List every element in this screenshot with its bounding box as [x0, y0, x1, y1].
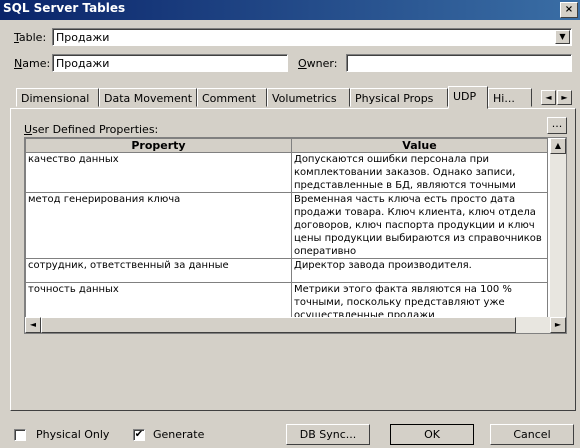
grid-vertical-scrollbar[interactable]: ▲	[550, 138, 566, 319]
checkmark-icon: ✔	[134, 429, 144, 440]
window-title: SQL Server Tables	[3, 1, 126, 15]
property-cell[interactable]: сотрудник, ответственный за данные	[25, 258, 292, 283]
tab-comment[interactable]: Comment	[197, 88, 267, 107]
title-bar: SQL Server Tables ×	[0, 0, 580, 20]
physical-only-label: Physical Only	[36, 428, 110, 441]
owner-field[interactable]	[346, 54, 572, 72]
generate-checkbox[interactable]: ✔	[133, 429, 145, 441]
table-row[interactable]: качество данных Допускаются ошибки персо…	[25, 152, 548, 193]
name-field[interactable]: Продажи	[52, 54, 288, 72]
owner-label: Owner:	[298, 57, 338, 70]
udp-label: User Defined Properties:	[24, 123, 159, 136]
udp-grid[interactable]: Property Value качество данных Допускают…	[24, 137, 567, 334]
scroll-thumb[interactable]	[41, 317, 516, 333]
tab-data-movement[interactable]: Data Movement	[99, 88, 197, 107]
tab-scroll-right-icon[interactable]: ►	[557, 90, 572, 105]
table-header-row: Property Value	[25, 138, 548, 153]
table-dropdown[interactable]: Продажи ▼	[52, 28, 572, 46]
scroll-left-icon[interactable]: ◄	[25, 317, 41, 333]
udp-table: Property Value качество данных Допускают…	[25, 138, 548, 322]
table-row[interactable]: сотрудник, ответственный за данные Дирек…	[25, 258, 548, 283]
table-label: Table:	[14, 31, 47, 44]
tab-udp[interactable]: UDP	[448, 86, 488, 109]
grid-horizontal-scrollbar[interactable]: ◄ ►	[25, 317, 566, 333]
table-value: Продажи	[56, 31, 110, 44]
table-row[interactable]: точность данных Метрики этого факта явля…	[25, 282, 548, 322]
value-cell[interactable]: Допускаются ошибки персонала при комплек…	[291, 152, 548, 193]
table-row[interactable]: метод генерирования ключа Временная част…	[25, 192, 548, 259]
physical-only-checkbox[interactable]	[14, 429, 26, 441]
value-cell-text: Метрики этого факта являются на 100 % то…	[294, 284, 512, 321]
db-sync-button[interactable]: DB Sync...	[286, 424, 370, 445]
property-cell[interactable]: точность данных	[25, 282, 292, 322]
value-cell[interactable]: Метрики этого факта являются на 100 % то…	[291, 282, 548, 322]
close-button[interactable]: ×	[560, 2, 578, 18]
value-cell[interactable]: Временная часть ключа есть просто дата п…	[291, 192, 548, 259]
column-header-property[interactable]: Property	[25, 138, 292, 153]
tab-history[interactable]: Hi...	[488, 88, 532, 107]
column-header-value[interactable]: Value	[291, 138, 548, 153]
name-value: Продажи	[56, 57, 110, 70]
tab-dimensional[interactable]: Dimensional	[16, 88, 99, 107]
property-cell[interactable]: качество данных	[25, 152, 292, 193]
property-cell[interactable]: метод генерирования ключа	[25, 192, 292, 259]
value-cell[interactable]: Директор завода производителя.	[291, 258, 548, 283]
generate-label: Generate	[153, 428, 205, 441]
chevron-down-icon[interactable]: ▼	[555, 30, 570, 44]
tab-volumetrics[interactable]: Volumetrics	[267, 88, 350, 107]
name-label: Name:	[14, 57, 51, 70]
ok-button[interactable]: OK	[390, 424, 474, 445]
tab-scroll-left-icon[interactable]: ◄	[541, 90, 556, 105]
tab-physical-props[interactable]: Physical Props	[350, 88, 448, 107]
udp-ellipsis-button[interactable]: ...	[547, 117, 567, 134]
scroll-up-icon[interactable]: ▲	[550, 138, 566, 154]
cancel-button[interactable]: Cancel	[490, 424, 574, 445]
scroll-right-icon[interactable]: ►	[550, 317, 566, 333]
